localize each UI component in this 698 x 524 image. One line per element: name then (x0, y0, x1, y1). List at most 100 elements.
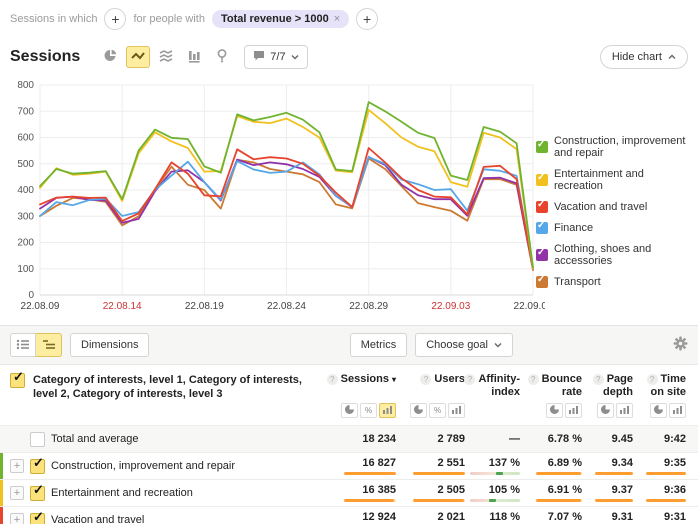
dimension-checkbox[interactable]: ✓ (10, 373, 25, 388)
metric-cell-bounce: 7.07 % (520, 507, 582, 524)
chart-type-switcher (98, 46, 234, 68)
pie-view-button[interactable] (597, 403, 614, 418)
metric-cell-sessions: 16 827 (306, 453, 396, 479)
row-color-strip (0, 480, 3, 506)
segment-tag-total-revenue[interactable]: Total revenue > 1000 × (212, 10, 349, 28)
expand-row-button[interactable]: + (10, 459, 24, 473)
pie-view-button[interactable] (341, 403, 358, 418)
help-icon[interactable]: ? (647, 374, 658, 385)
chart-type-columns-button[interactable] (182, 46, 206, 68)
bars-view-button[interactable] (379, 403, 396, 418)
row-values: 18 2342 789—6.78 %9.459:42 (306, 426, 692, 452)
remove-tag-icon[interactable]: × (334, 13, 340, 25)
row-name-cell: + ✓ Entertainment and recreation (0, 480, 306, 506)
column-header-time[interactable]: ?Timeon site (633, 373, 686, 399)
row-label[interactable]: Entertainment and recreation (51, 487, 193, 499)
row-label[interactable]: Construction, improvement and repair (51, 460, 235, 472)
legend-item[interactable]: ✓Entertainment and recreation (536, 168, 694, 192)
x-axis-tick-label: 22.09.03 (431, 301, 470, 312)
table-row: Total and average 18 2342 789—6.78 %9.459… (0, 425, 698, 452)
legend-item[interactable]: ✓Transport (536, 276, 694, 288)
metric-value: 9:36 (664, 484, 686, 496)
legend-item[interactable]: ✓Clothing, shoes and accessories (536, 243, 694, 267)
annotations-button[interactable]: 7/7 (244, 45, 307, 69)
row-checkbox[interactable]: ✓ (30, 513, 45, 524)
legend-item[interactable]: ✓Construction, improvement and repair (536, 135, 694, 159)
tree-view-icon (42, 338, 56, 353)
row-values: 16 8272 551137 %6.89 %9.349:35 (306, 453, 692, 479)
pie-icon (345, 405, 354, 416)
percent-view-button[interactable]: % (360, 403, 377, 418)
column-label-line: ?Affinity- (464, 373, 520, 386)
metric-cell-bounce: 6.91 % (520, 480, 582, 506)
y-axis-tick-label: 200 (17, 238, 34, 249)
legend-label: Entertainment and recreation (554, 168, 694, 192)
expand-row-button[interactable]: + (10, 513, 24, 524)
metric-value: 16 385 (362, 484, 396, 496)
hide-chart-button[interactable]: Hide chart (600, 45, 688, 69)
x-axis-tick-label: 22.08.29 (349, 301, 388, 312)
legend-item[interactable]: ✓Finance (536, 222, 694, 234)
tree-view-button[interactable] (36, 333, 62, 357)
bars-icon (673, 405, 682, 416)
chart-type-line-button[interactable] (126, 46, 150, 68)
y-axis-tick-label: 0 (28, 290, 34, 301)
column-label: Page (607, 373, 633, 386)
column-header-affinity[interactable]: ?Affinity-index (465, 373, 520, 399)
add-session-condition-button[interactable]: + (104, 8, 126, 30)
help-icon[interactable]: ? (593, 374, 604, 385)
affinity-marker (496, 472, 503, 475)
legend-item[interactable]: ✓ Vacation and travel (536, 201, 694, 213)
expand-row-button[interactable]: + (10, 486, 24, 500)
chart-type-pie-button[interactable] (98, 46, 122, 68)
table-settings-button[interactable] (673, 336, 688, 354)
x-axis-tick-label: 22.08.24 (267, 301, 306, 312)
bars-view-button[interactable] (616, 403, 633, 418)
row-checkbox[interactable]: ✓ (30, 486, 45, 501)
metric-cell-time: 9:31 (633, 507, 686, 524)
pie-view-button[interactable] (650, 403, 667, 418)
list-view-button[interactable] (10, 333, 36, 357)
chart-type-stacked-button[interactable] (154, 46, 178, 68)
pie-icon (550, 405, 559, 416)
column-header-depth[interactable]: ?Pagedepth (582, 373, 633, 399)
table-rows: Total and average 18 2342 789—6.78 %9.459… (0, 425, 698, 524)
column-label-line: ?Page (593, 373, 633, 386)
y-axis-tick-label: 500 (17, 159, 34, 170)
column-header-sessions[interactable]: ?Sessions▾ (306, 373, 396, 399)
row-label[interactable]: Vacation and travel (51, 514, 144, 524)
help-icon[interactable]: ? (420, 374, 431, 385)
bars-view-button[interactable] (448, 403, 465, 418)
bars-view-button[interactable] (669, 403, 686, 418)
row-checkbox[interactable]: ✓ (30, 459, 45, 474)
column-label: Time (661, 373, 686, 386)
line-chart-icon (130, 49, 146, 66)
dimensions-button[interactable]: Dimensions (70, 333, 149, 357)
help-icon[interactable]: ? (528, 374, 539, 385)
legend-label: Clothing, shoes and accessories (554, 243, 694, 267)
column-header-users[interactable]: ?Users (396, 373, 465, 399)
choose-goal-button[interactable]: Choose goal (415, 333, 513, 357)
legend-label: Vacation and travel (554, 201, 647, 213)
x-axis-tick-label: 22.08.09 (21, 301, 60, 312)
chart-type-map-button[interactable] (210, 46, 234, 68)
check-icon: ✓ (537, 199, 545, 210)
add-user-condition-button[interactable]: + (356, 8, 378, 30)
column-label: Bounce (542, 373, 582, 386)
metric-cell-sessions: 12 924 (306, 507, 396, 524)
row-label[interactable]: Total and average (51, 433, 138, 445)
value-bar (595, 499, 633, 502)
bars-view-button[interactable] (565, 403, 582, 418)
check-icon: ✓ (33, 509, 44, 524)
pie-view-button[interactable] (410, 403, 427, 418)
column-header-bounce[interactable]: ?Bouncerate (520, 373, 582, 399)
help-icon[interactable]: ? (327, 374, 338, 385)
metrics-button[interactable]: Metrics (350, 333, 407, 357)
help-icon[interactable]: ? (464, 374, 475, 385)
table-row: + ✓ Construction, improvement and repair 16… (0, 452, 698, 479)
column-label-line: ?Sessions▾ (327, 373, 396, 386)
percent-view-button[interactable]: % (429, 403, 446, 418)
pie-view-button[interactable] (546, 403, 563, 418)
row-checkbox[interactable] (30, 432, 45, 447)
affinity-marker (489, 499, 496, 502)
